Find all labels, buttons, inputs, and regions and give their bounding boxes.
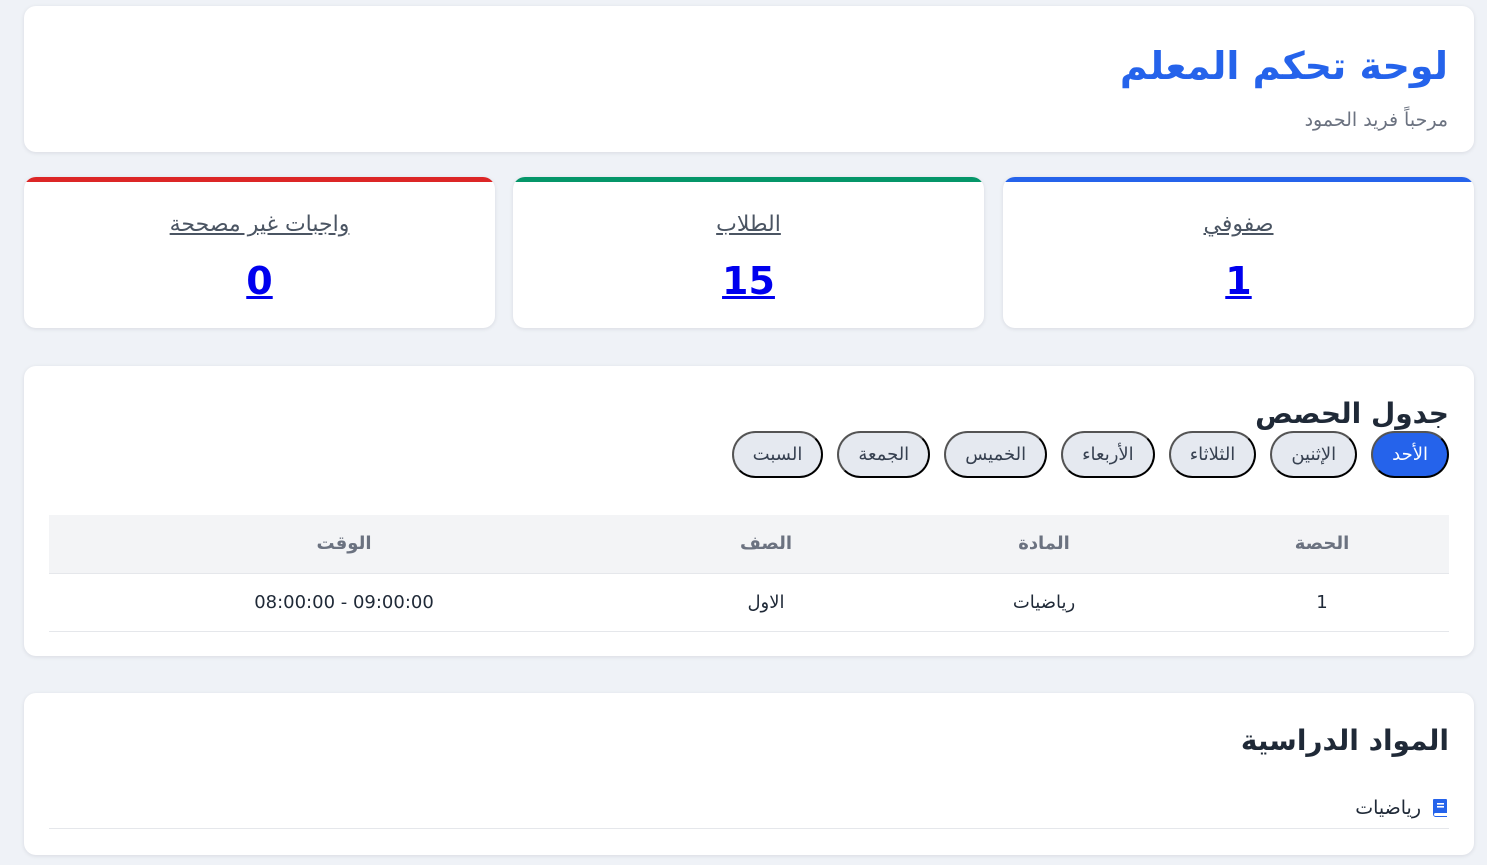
stat-value-classes[interactable]: 1 [1003,257,1474,305]
stat-card-students: الطلاب 15 [513,177,984,328]
cell-subject: رياضيات [893,573,1195,632]
stat-card-ungraded-homework: واجبات غير مصححة 0 [24,177,495,328]
cell-class: الاول [639,573,893,632]
schedule-card: جدول الحصص الأحد الإثنين الثلاثاء الأربع… [24,366,1474,656]
cell-time: 08:00:00 - 09:00:00 [49,573,639,632]
stat-label-ungraded-homework[interactable]: واجبات غير مصححة [24,209,495,241]
table-header-row: الحصة المادة الصف الوقت [49,515,1449,574]
schedule-title: جدول الحصص [1255,397,1449,430]
day-tab-friday[interactable]: الجمعة [837,431,931,478]
welcome-message: مرحباً فريد الحمود [1304,109,1448,131]
stat-value-students[interactable]: 15 [513,257,984,305]
day-tab-sunday[interactable]: الأحد [1371,431,1449,478]
stat-card-classes: صفوفي 1 [1003,177,1474,328]
column-header-class: الصف [639,515,893,574]
subject-name: رياضيات [1355,796,1421,819]
dashboard-header: لوحة تحكم المعلم مرحباً فريد الحمود [24,6,1474,152]
schedule-table: الحصة المادة الصف الوقت 1 رياضيات الاول … [49,515,1449,632]
stat-value-ungraded-homework[interactable]: 0 [24,257,495,305]
day-tab-wednesday[interactable]: الأربعاء [1061,431,1155,478]
list-item[interactable]: رياضيات [49,787,1449,829]
subjects-card: المواد الدراسية رياضيات [24,693,1474,855]
day-tab-saturday[interactable]: السبت [731,431,824,478]
column-header-period: الحصة [1195,515,1449,574]
table-row: 1 رياضيات الاول 08:00:00 - 09:00:00 [49,573,1449,632]
column-header-time: الوقت [49,515,639,574]
book-icon [1431,798,1449,818]
time-range: 08:00:00 - 09:00:00 [254,591,434,613]
day-tab-thursday[interactable]: الخميس [944,431,1048,478]
page-title: لوحة تحكم المعلم [1119,44,1448,88]
day-tab-monday[interactable]: الإثنين [1270,431,1358,478]
stat-label-classes[interactable]: صفوفي [1003,209,1474,241]
stat-label-students[interactable]: الطلاب [513,209,984,241]
cell-period: 1 [1195,573,1449,632]
day-tabs: الأحد الإثنين الثلاثاء الأربعاء الخميس ا… [731,431,1449,478]
subjects-title: المواد الدراسية [1240,724,1449,757]
column-header-subject: المادة [893,515,1195,574]
day-tab-tuesday[interactable]: الثلاثاء [1168,431,1257,478]
